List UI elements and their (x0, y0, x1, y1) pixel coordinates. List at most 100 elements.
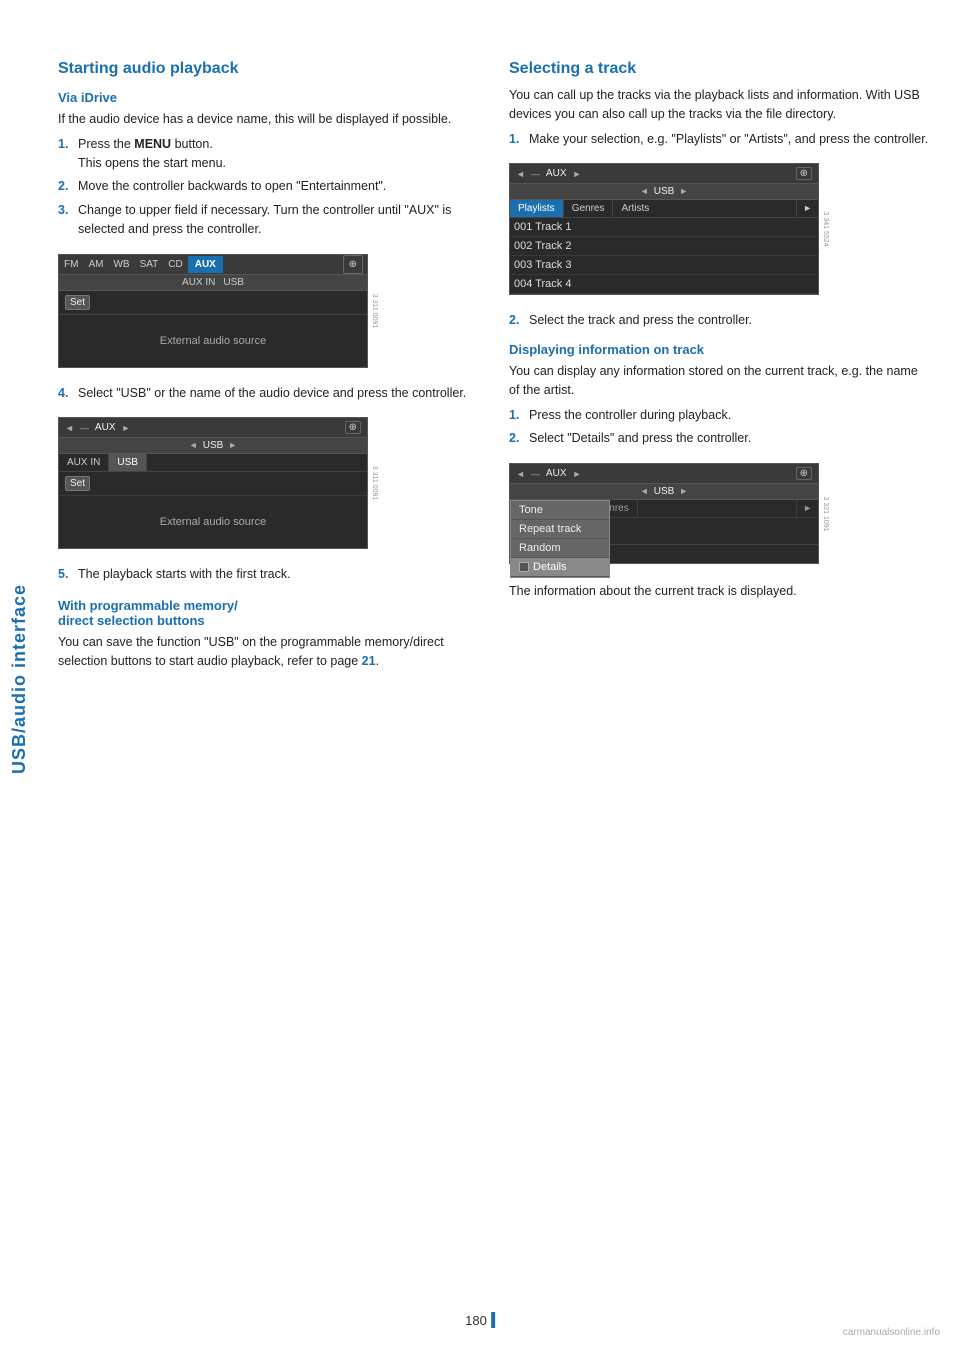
displaying-text: You can display any information stored o… (509, 362, 930, 400)
programmable-link[interactable]: 21 (362, 654, 376, 668)
programmable-title: With programmable memory/direct selectio… (58, 598, 479, 628)
screen-2-code: 3 311 0091 (371, 466, 378, 501)
step-text-5: The playback starts with the first track… (78, 565, 479, 584)
left-column: Starting audio playback Via iDrive If th… (58, 60, 479, 677)
screen-4-code: 3 321 1091 (822, 496, 829, 531)
arr-left-3: ◄ (516, 169, 525, 179)
left-section-title: Starting audio playback (58, 60, 479, 78)
step-5: 5. The playback starts with the first tr… (58, 565, 479, 584)
screen-3-wrapper: ◄ — AUX ► ⊕ ◄ USB ► Playlists Genres Art… (509, 153, 819, 305)
arr-left-4: ◄ (516, 469, 525, 479)
track-4: 004 Track 4 (510, 275, 818, 294)
displaying-title: Displaying information on track (509, 342, 930, 357)
aux-label-3: AUX (546, 168, 567, 179)
tab-cd: CD (163, 256, 187, 273)
settings-icon-4: ⊕ (796, 467, 812, 480)
tab-arrow-4: ► (796, 500, 818, 517)
arr-right-3: ► (572, 169, 581, 179)
disp-step-num-1: 1. (509, 406, 523, 425)
track-list: 001 Track 1 002 Track 2 003 Track 3 004 … (510, 218, 818, 294)
arr-right-2: ► (121, 423, 130, 433)
step-num-4: 4. (58, 384, 72, 403)
step-1: 1. Press the MENU button.This opens the … (58, 135, 479, 173)
track-3: 003 Track 3 (510, 256, 818, 275)
settings-icon-3: ⊕ (796, 167, 812, 180)
dropdown-tone: Tone (511, 501, 609, 520)
track-1: 001 Track 1 (510, 218, 818, 237)
page-number-container: 180 (465, 1312, 495, 1328)
tab-arrow-right: ► (796, 200, 818, 217)
step-3: 3. Change to upper field if necessary. T… (58, 201, 479, 239)
right-intro: You can call up the tracks via the playb… (509, 86, 930, 124)
set-button-2[interactable]: Set (65, 476, 90, 491)
right-column: Selecting a track You can call up the tr… (509, 60, 930, 677)
external-audio-label-1: External audio source (160, 335, 266, 347)
usb-arr-left: ◄ (189, 440, 198, 451)
screen-mock-3: ◄ — AUX ► ⊕ ◄ USB ► Playlists Genres Art… (509, 163, 819, 295)
programmable-text: You can save the function "USB" on the p… (58, 633, 479, 671)
screen-mock-1: FM AM WB SAT CD AUX ⊕ AUX IN USB Set (58, 254, 368, 368)
right-step-num-2: 2. (509, 311, 523, 330)
usb-arr-left-3: ◄ (640, 186, 649, 197)
screen-mock-4: ◄ — AUX ► ⊕ ◄ USB ► Tone ylist (509, 463, 819, 564)
right-step-2: 2. Select the track and press the contro… (509, 311, 930, 330)
nav-usb-2-active: USB (109, 454, 147, 471)
watermark: carmanualsonline.info (843, 1327, 940, 1338)
set-button-1[interactable]: Set (65, 295, 90, 310)
screen-1-wrapper: FM AM WB SAT CD AUX ⊕ AUX IN USB Set (58, 244, 368, 378)
usb-arr-left-4: ◄ (640, 486, 649, 497)
screen-mock-2: ◄ — AUX ► ⊕ ◄ USB ► AUX IN USB (58, 417, 368, 549)
track-2: 002 Track 2 (510, 237, 818, 256)
usb-label: USB (203, 440, 224, 451)
screen-3-code: 3 341 5524 (822, 212, 829, 247)
disp-step-text-1: Press the controller during playback. (529, 406, 930, 425)
tab-playlists: Playlists (510, 200, 563, 217)
right-step-text-1: Make your selection, e.g. "Playlists" or… (529, 130, 930, 149)
usb-label-4: USB (654, 486, 675, 497)
dropdown-menu: Tone Repeat track Random Details (510, 500, 610, 578)
usb-arr-right-4: ► (679, 486, 688, 497)
tab-am: AM (83, 256, 108, 273)
step-num-1: 1. (58, 135, 72, 173)
usb-arr-right: ► (228, 440, 237, 451)
via-idrive-title: Via iDrive (58, 90, 479, 105)
tab-genres: Genres (563, 200, 613, 217)
tab-fm: FM (59, 256, 83, 273)
step-text-4: Select "USB" or the name of the audio de… (78, 384, 479, 403)
screen-4-wrapper: ◄ — AUX ► ⊕ ◄ USB ► Tone ylist (509, 453, 819, 574)
dash-3: — (531, 169, 540, 179)
tab-sat: SAT (135, 256, 164, 273)
disp-step-num-2: 2. (509, 429, 523, 448)
tab-wb: WB (108, 256, 134, 273)
screen-2-wrapper: ◄ — AUX ► ⊕ ◄ USB ► AUX IN USB (58, 407, 368, 559)
dash-icon-2: — (80, 423, 89, 433)
step-num-2: 2. (58, 177, 72, 196)
conclusion-text: The information about the current track … (509, 582, 930, 601)
step-num-5: 5. (58, 565, 72, 584)
via-idrive-intro: If the audio device has a device name, t… (58, 110, 479, 129)
dash-4: — (531, 469, 540, 479)
programmable-text-span: You can save the function "USB" on the p… (58, 635, 444, 668)
nav-auxin-2: AUX IN (59, 454, 109, 471)
side-label: USB/audio interface (0, 0, 38, 1358)
dropdown-repeat: Repeat track (511, 520, 609, 539)
aux-label-4: AUX (546, 468, 567, 479)
dropdown-random: Random (511, 539, 609, 558)
right-step-text-2: Select the track and press the controlle… (529, 311, 930, 330)
subnav-auxin: AUX IN (182, 277, 215, 288)
usb-arr-right-3: ► (679, 186, 688, 197)
step-2: 2. Move the controller backwards to open… (58, 177, 479, 196)
step-text-2: Move the controller backwards to open "E… (78, 177, 479, 196)
step-4: 4. Select "USB" or the name of the audio… (58, 384, 479, 403)
disp-step-2: 2. Select "Details" and press the contro… (509, 429, 930, 448)
right-step-1: 1. Make your selection, e.g. "Playlists"… (509, 130, 930, 149)
dropdown-details: Details (511, 558, 609, 577)
arr-right-4: ► (572, 469, 581, 479)
page-bar (491, 1312, 495, 1328)
arr-left-2: ◄ (65, 423, 74, 433)
usb-label-3: USB (654, 186, 675, 197)
programmable-end: . (376, 654, 379, 668)
step-num-3: 3. (58, 201, 72, 239)
settings-icon-2: ⊕ (345, 421, 361, 434)
screen-1-code: 3 311 0091 (371, 293, 378, 328)
